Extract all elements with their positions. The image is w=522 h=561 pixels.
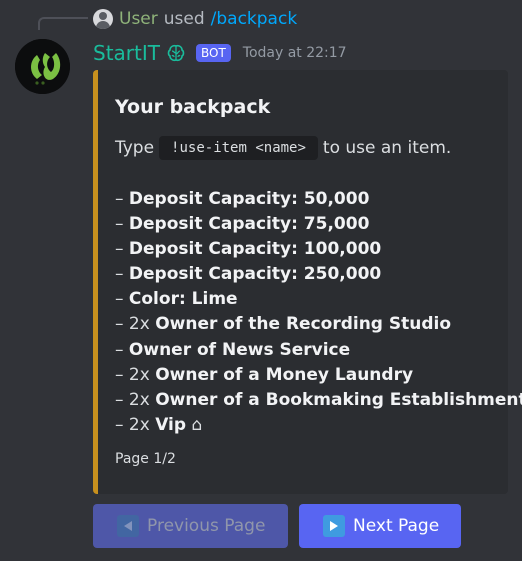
- arrow-left-icon: [117, 515, 139, 537]
- previous-page-label: Previous Page: [147, 516, 266, 536]
- list-item: – Deposit Capacity: 75,000: [115, 214, 370, 235]
- slash-command[interactable]: /backpack: [211, 9, 298, 29]
- bot-badge: BOT: [195, 44, 231, 62]
- list-item: – 2x Owner of a Money Laundry: [115, 364, 414, 385]
- embed-description: Type !use-item <name> to use an item.: [115, 136, 451, 160]
- arrow-right-icon: [323, 515, 345, 537]
- list-item: – Owner of News Service: [115, 339, 351, 360]
- user-avatar-icon[interactable]: [93, 9, 113, 29]
- message-timestamp[interactable]: Today at 22:17: [243, 45, 347, 61]
- list-item: – Deposit Capacity: 100,000: [115, 239, 382, 260]
- startit-logo-icon: [15, 39, 70, 94]
- embed-title: Your backpack: [115, 96, 271, 118]
- bot-username[interactable]: StartIT: [93, 41, 160, 65]
- reply-used-text: used: [163, 9, 205, 29]
- description-prefix: Type: [115, 138, 155, 158]
- list-item: – Deposit Capacity: 250,000: [115, 264, 382, 285]
- list-item: – 2x Owner of the Recording Studio: [115, 314, 452, 335]
- inline-code: !use-item <name>: [159, 136, 318, 160]
- list-item: – Deposit Capacity: 50,000: [115, 189, 370, 209]
- house-icon: ⌂: [186, 414, 203, 435]
- list-item: – Color: Lime: [115, 289, 238, 310]
- bot-avatar[interactable]: [15, 39, 70, 94]
- reply-connector: [38, 17, 88, 30]
- next-page-label: Next Page: [353, 516, 440, 536]
- list-item: – 2x Owner of a Bookmaking Establishment: [115, 389, 522, 410]
- embed-footer: Page 1/2: [115, 451, 176, 467]
- description-suffix: to use an item.: [322, 138, 452, 158]
- next-page-button[interactable]: Next Page: [299, 504, 461, 548]
- backpack-item-list: – Deposit Capacity: 50,000 – Deposit Cap…: [115, 187, 522, 438]
- backpack-embed: Your backpack Type !use-item <name> to u…: [93, 70, 522, 494]
- previous-page-button[interactable]: Previous Page: [93, 504, 288, 548]
- reply-context[interactable]: User used /backpack: [93, 8, 297, 30]
- list-item: – 2x Vip ⌂: [115, 414, 203, 435]
- brain-icon: [167, 44, 185, 62]
- message-header: StartIT BOT Today at 22:17: [93, 40, 347, 66]
- reply-username[interactable]: User: [119, 9, 158, 29]
